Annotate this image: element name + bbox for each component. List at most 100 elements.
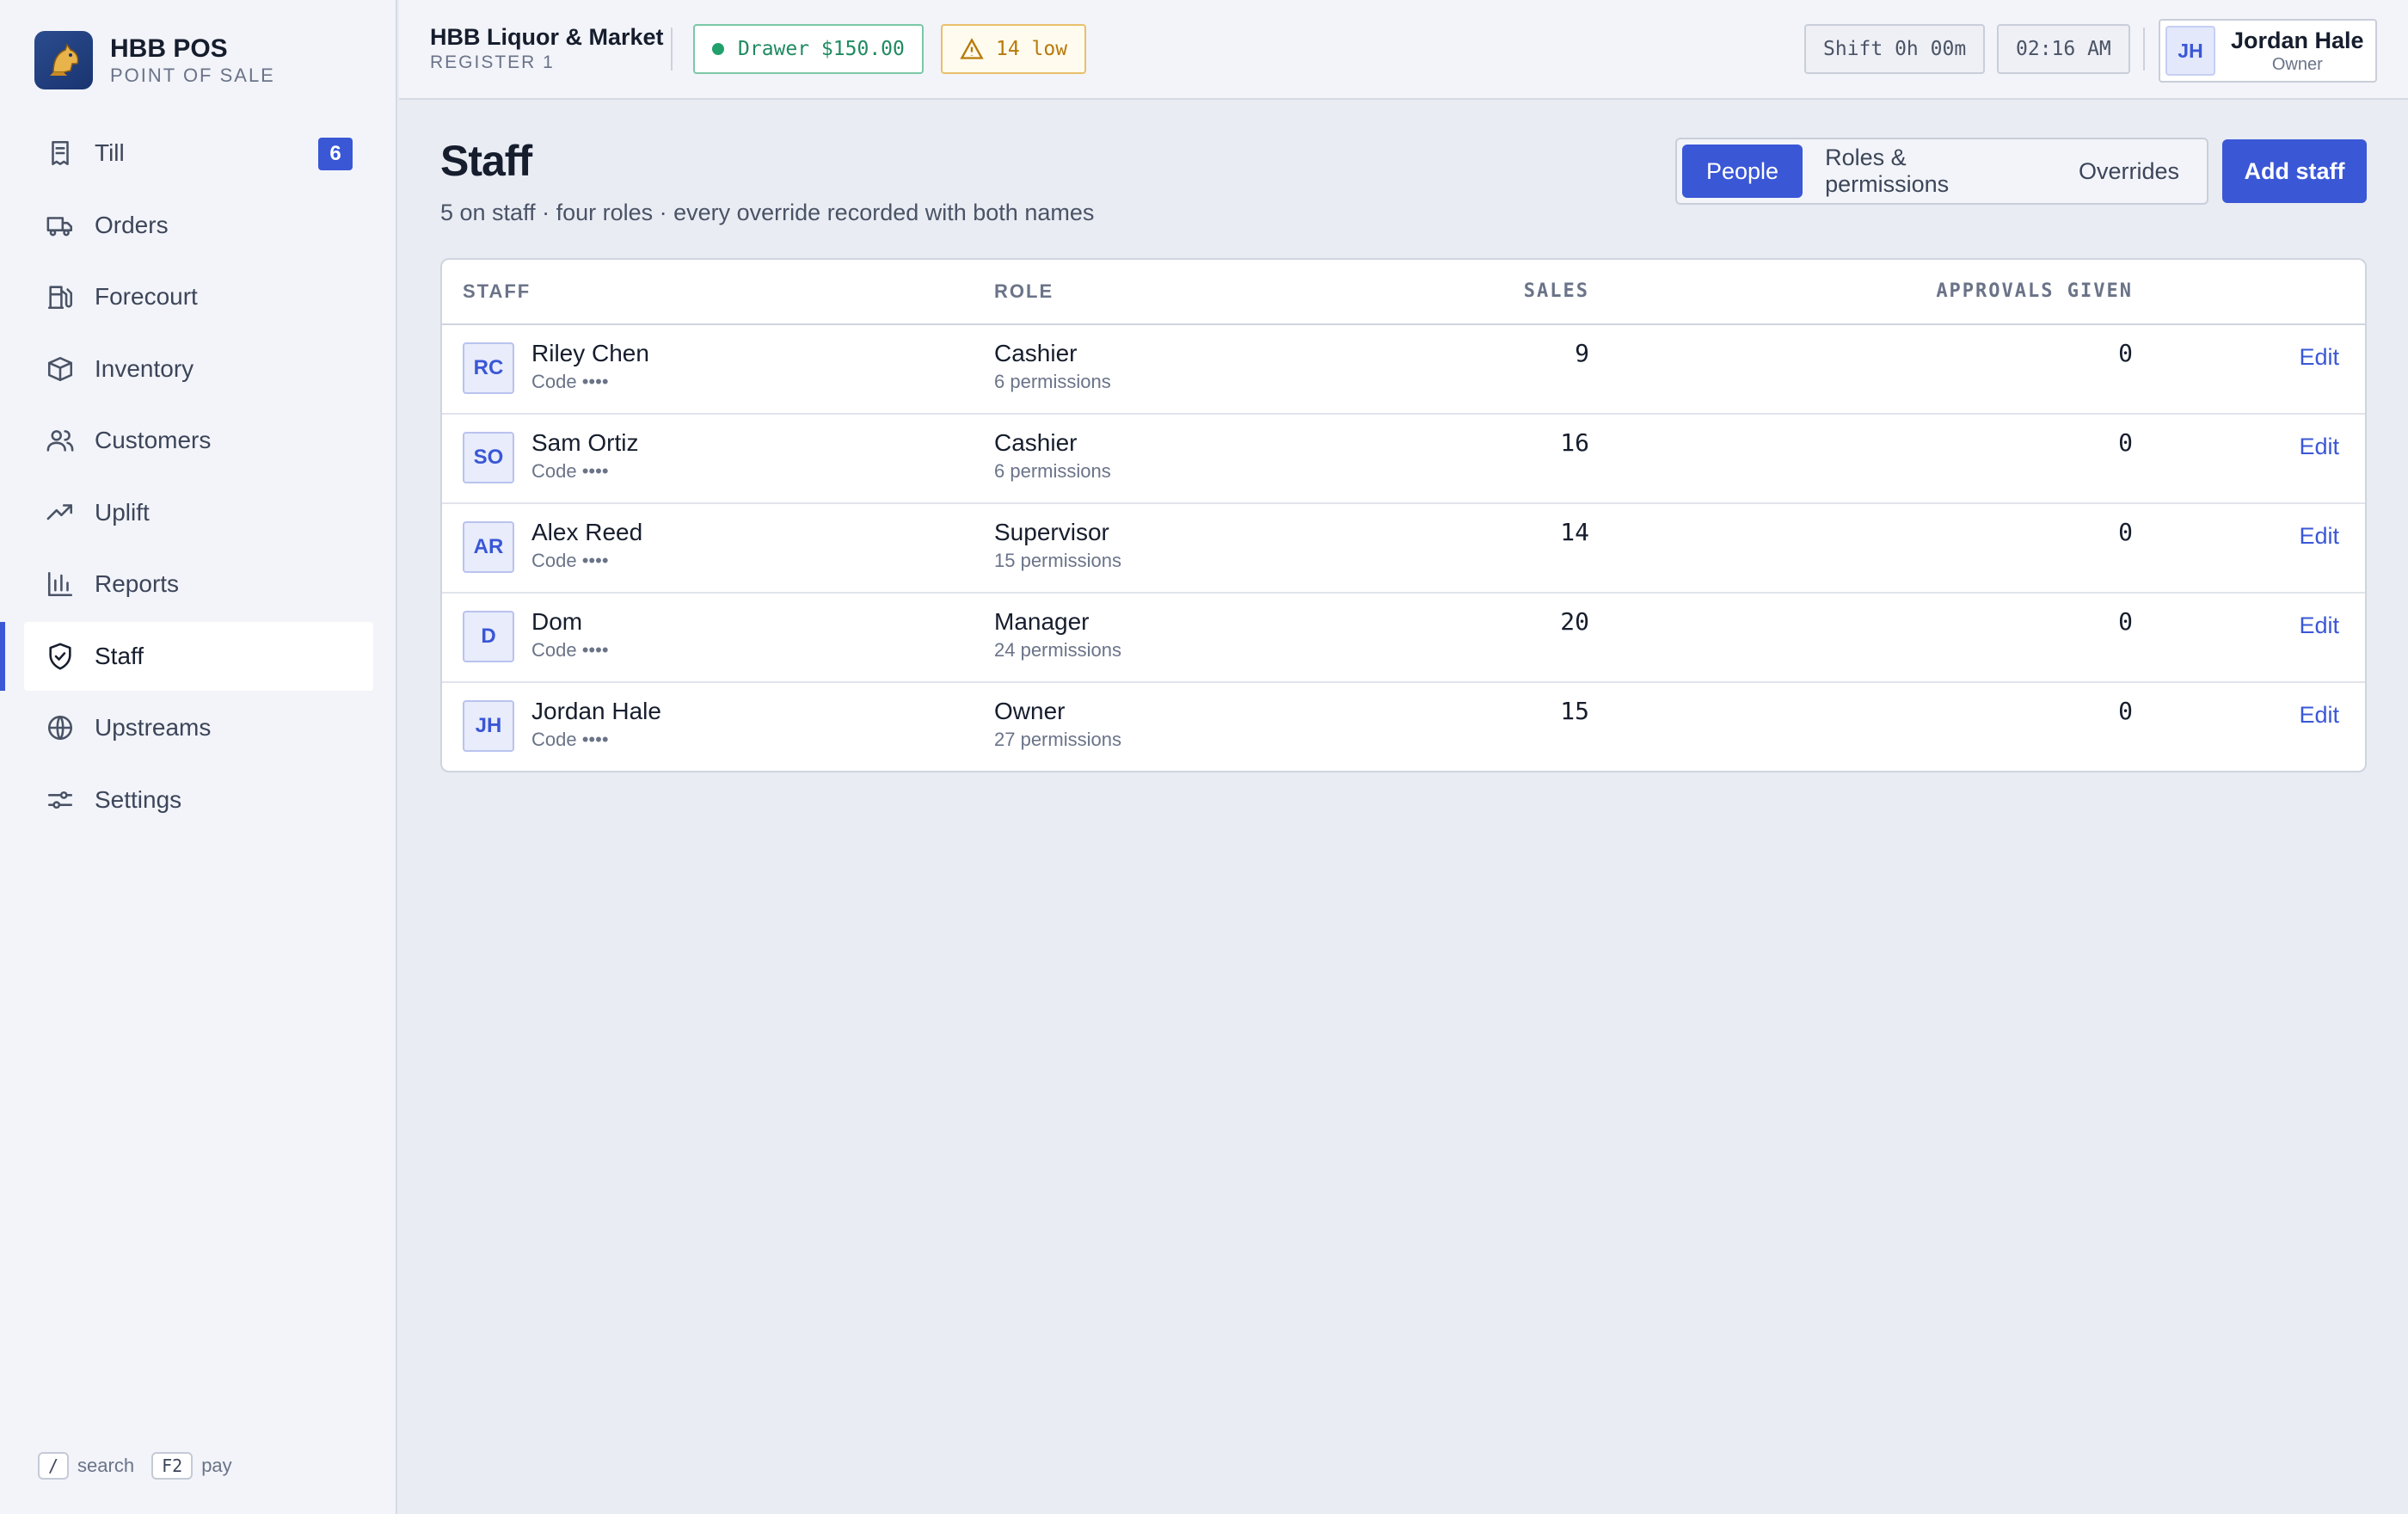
user-role: Owner [2271,55,2323,74]
low-stock-count: 14 low [996,38,1068,60]
staff-name: Alex Reed [531,519,643,545]
sidebar-item-label: Uplift [95,498,150,526]
staff-role: Manager [994,608,1090,635]
tab-roles-permissions[interactable]: Roles & permissions [1803,145,2056,198]
page-title: Staff [440,137,532,185]
edit-link[interactable]: Edit [2299,521,2339,551]
user-name: Jordan Hale [2231,28,2364,53]
approvals-count: 0 [2118,339,2133,367]
staff-role: Cashier [994,429,1078,456]
staff-name: Dom [531,608,583,635]
sidebar-item-customers[interactable]: Customers [24,406,373,475]
clock-text: 02:16 AM [2016,38,2111,60]
drawer-amount: Drawer $150.00 [738,38,905,60]
table-row[interactable]: JH Jordan Hale Code •••• Owner 27 permis… [442,683,2365,771]
keyboard-shortcuts: / search F2 pay [38,1452,249,1480]
edit-link[interactable]: Edit [2299,611,2339,640]
users-icon [45,425,76,456]
topbar: HBB Liquor & Market REGISTER 1 Drawer $1… [399,0,2408,100]
permission-count: 24 permissions [994,639,1121,661]
drawer-status[interactable]: Drawer $150.00 [693,24,924,74]
sidebar-item-till[interactable]: Till 6 [24,119,373,188]
avatar: RC [463,342,514,394]
staff-role: Owner [994,698,1066,724]
store-name: HBB Liquor & Market [430,24,664,50]
table-row[interactable]: AR Alex Reed Code •••• Supervisor 15 per… [442,504,2365,594]
sidebar-item-label: Till [95,139,125,166]
column-header-role: ROLE [994,280,1054,302]
brand-subtitle: POINT OF SALE [110,65,275,86]
receipt-icon [45,138,76,169]
trending-up-icon [45,497,76,528]
sales-count: 20 [1560,607,1589,636]
approvals-count: 0 [2118,607,2133,636]
table-header: STAFF ROLE SALES APPROVALS GIVEN [442,260,2365,325]
sales-count: 15 [1560,697,1589,725]
status-dot-icon [712,43,724,55]
sidebar-item-orders[interactable]: Orders [24,191,373,260]
sidebar-item-forecourt[interactable]: Forecourt [24,262,373,331]
staff-table: STAFF ROLE SALES APPROVALS GIVEN RC Rile… [440,258,2367,772]
edit-link[interactable]: Edit [2299,432,2339,461]
staff-role: Supervisor [994,519,1109,545]
permission-count: 27 permissions [994,729,1121,750]
table-row[interactable]: RC Riley Chen Code •••• Cashier 6 permis… [442,325,2365,415]
shift-timer: Shift 0h 00m [1804,24,1986,74]
divider [671,28,673,71]
add-staff-button[interactable]: Add staff [2222,139,2367,203]
sidebar-item-staff[interactable]: Staff [0,621,373,691]
divider [2143,28,2145,71]
permission-count: 6 permissions [994,460,1111,482]
edit-link[interactable]: Edit [2299,700,2339,729]
staff-name: Sam Ortiz [531,429,639,456]
sidebar-item-upstreams[interactable]: Upstreams [24,693,373,762]
view-tabs: People Roles & permissions Overrides [1675,138,2208,205]
till-count-badge: 6 [318,138,353,170]
shift-text: Shift 0h 00m [1823,38,1967,60]
low-stock-alert[interactable]: 14 low [941,24,1087,74]
table-row[interactable]: D Dom Code •••• Manager 24 permissions 2… [442,594,2365,683]
sidebar-item-label: Inventory [95,354,194,382]
page-subtitle: 5 on staff · four roles · every override… [440,200,1095,225]
sidebar-item-reports[interactable]: Reports [24,550,373,619]
brand[interactable]: HBB POS POINT OF SALE [34,31,275,89]
approvals-count: 0 [2118,697,2133,725]
table-row[interactable]: SO Sam Ortiz Code •••• Cashier 6 permiss… [442,415,2365,504]
tab-overrides[interactable]: Overrides [2056,145,2202,198]
store-info: HBB Liquor & Market REGISTER 1 [430,22,664,74]
warning-icon [960,38,984,59]
sidebar-item-inventory[interactable]: Inventory [24,335,373,403]
sidebar-item-label: Upstreams [95,714,212,741]
staff-role: Cashier [994,340,1078,366]
avatar: JH [2165,26,2215,76]
brand-title: HBB POS [110,34,228,63]
avatar: D [463,611,514,662]
tab-people[interactable]: People [1682,145,1803,198]
sales-count: 16 [1560,428,1589,457]
sidebar-item-label: Settings [95,785,182,813]
sales-count: 9 [1575,339,1589,367]
staff-code: Code •••• [531,550,609,571]
sidebar-item-label: Staff [95,642,144,669]
column-header-staff: STAFF [463,280,531,302]
staff-code: Code •••• [531,729,609,750]
avatar: SO [463,432,514,483]
staff-name: Riley Chen [531,340,649,366]
shortcut-label: search [77,1455,135,1476]
sales-count: 14 [1560,518,1589,546]
permission-count: 15 permissions [994,550,1121,571]
sidebar-item-label: Orders [95,211,169,238]
edit-link[interactable]: Edit [2299,342,2339,372]
user-menu[interactable]: JH Jordan Hale Owner [2159,19,2377,83]
bar-chart-icon [45,569,76,600]
shortcut-key: / [38,1452,70,1480]
clock: 02:16 AM [1997,24,2130,74]
sidebar-item-settings[interactable]: Settings [24,766,373,834]
staff-name: Jordan Hale [531,698,661,724]
sidebar-item-uplift[interactable]: Uplift [24,478,373,547]
sidebar: HBB POS POINT OF SALE Till 6 Orders Fore… [0,0,397,1514]
fuel-pump-icon [45,281,76,312]
truck-icon [45,210,76,241]
box-icon [45,354,76,385]
staff-code: Code •••• [531,371,609,392]
